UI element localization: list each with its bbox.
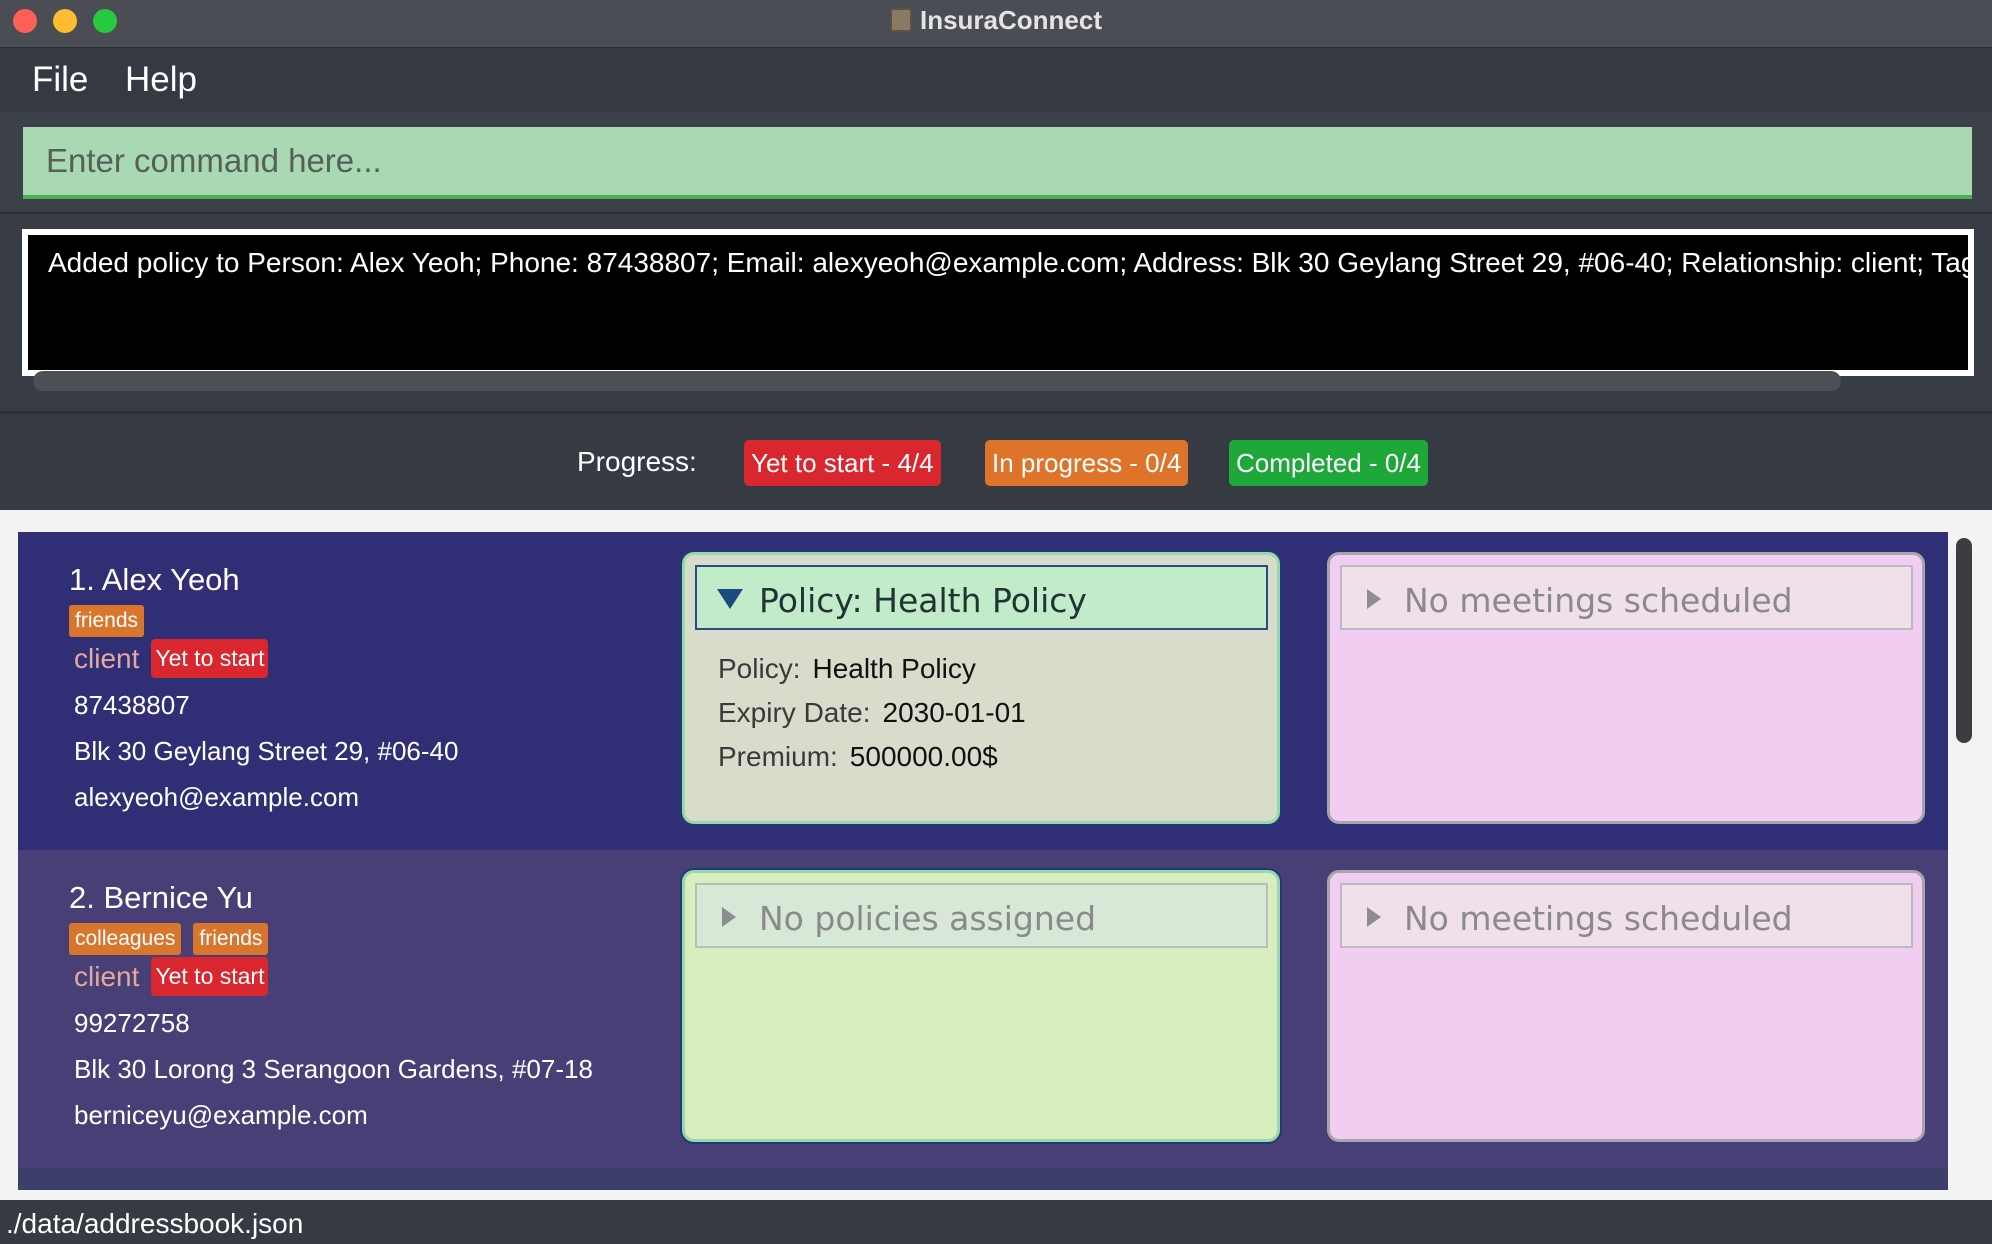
status-badge: Yet to start [151,957,269,996]
policy-panel: No policies assigned [682,870,1280,1142]
relationship-row: client Yet to start [74,957,269,996]
address-text: Blk 30 Lorong 3 Serangoon Gardens, #07-1… [74,1054,593,1084]
policy-expiry-label: Expiry Date: [718,697,871,728]
relationship-label: client [74,642,140,674]
policy-panel: Policy: Health Policy Policy: Health Poli… [682,552,1280,824]
meetings-header[interactable]: No meetings scheduled [1340,883,1913,948]
email-text: berniceyu@example.com [74,1100,368,1130]
relationship-label: client [74,960,140,992]
tag-label: colleagues [69,923,182,955]
progress-yet-to-start-badge: Yet to start - 4/4 [744,440,941,486]
policy-header[interactable]: No policies assigned [695,883,1268,948]
progress-label: Progress: [577,446,697,477]
person-list-vertical-scrollbar[interactable] [1956,538,1972,743]
expand-right-icon [722,907,736,927]
relationship-row: client Yet to start [74,639,269,678]
result-display: Added policy to Person: Alex Yeoh; Phone… [0,212,1992,414]
result-horizontal-scrollbar[interactable] [33,371,1841,391]
person-list-panel: 1. Alex Yeoh friends client Yet to start … [0,510,1992,1200]
person-card[interactable]: 1. Alex Yeoh friends client Yet to start … [18,532,1948,850]
menu-file[interactable]: File [32,60,88,100]
policy-premium-label: Premium: [718,741,838,772]
meetings-panel: No meetings scheduled [1327,552,1925,824]
policy-name-label: Policy: [718,653,801,684]
result-text-box[interactable]: Added policy to Person: Alex Yeoh; Phone… [22,229,1974,376]
policy-premium-value: 500000.00$ [849,741,998,772]
meetings-header-text: No meetings scheduled [1404,581,1793,620]
policy-name-row: Policy: Health Policy [718,653,976,685]
tags-row: colleagues friends [69,923,280,955]
meetings-header-text: No meetings scheduled [1404,899,1793,938]
menu-bar: File Help [0,48,1992,112]
policy-header-text: Policy: Health Policy [759,581,1087,620]
tags-row: friends [69,605,156,637]
window-title-text: InsuraConnect [919,5,1103,35]
command-input[interactable] [23,127,1972,199]
window-title: InsuraConnect [0,5,1992,36]
policy-name-value: Health Policy [812,653,976,684]
save-location-text: ./data/addressbook.json [6,1208,304,1239]
status-bar: ./data/addressbook.json [0,1200,1992,1244]
address-text: Blk 30 Geylang Street 29, #06-40 [74,736,459,766]
policy-header-text: No policies assigned [759,899,1097,938]
person-card[interactable]: 2. Bernice Yu colleagues friends client Ye… [18,850,1948,1168]
tag-label: friends [69,605,145,637]
person-name: 2. Bernice Yu [69,880,253,915]
tag-label: friends [193,923,269,955]
expand-right-icon [1367,907,1381,927]
phone-text: 87438807 [74,690,190,720]
app-icon [889,8,912,32]
window-titlebar: InsuraConnect [0,0,1992,48]
person-name: 1. Alex Yeoh [69,562,240,597]
progress-in-progress-badge: In progress - 0/4 [985,440,1189,486]
phone-text: 99272758 [74,1008,190,1038]
result-text: Added policy to Person: Alex Yeoh; Phone… [48,247,1974,278]
progress-completed-badge: Completed - 0/4 [1229,440,1428,486]
progress-panel: Progress: Yet to start - 4/4 In progress… [0,414,1992,510]
status-badge: Yet to start [151,639,269,678]
meetings-header[interactable]: No meetings scheduled [1340,565,1913,630]
policy-premium-row: Premium: 500000.00$ [718,741,998,773]
expand-down-icon [717,589,743,609]
policy-header[interactable]: Policy: Health Policy [695,565,1268,630]
person-list[interactable]: 1. Alex Yeoh friends client Yet to start … [18,532,1948,1190]
email-text: alexyeoh@example.com [74,782,360,812]
meetings-panel: No meetings scheduled [1327,870,1925,1142]
menu-help[interactable]: Help [125,60,197,100]
policy-expiry-value: 2030-01-01 [882,697,1026,728]
expand-right-icon [1367,589,1381,609]
policy-expiry-row: Expiry Date: 2030-01-01 [718,697,1026,729]
command-box [0,112,1992,212]
